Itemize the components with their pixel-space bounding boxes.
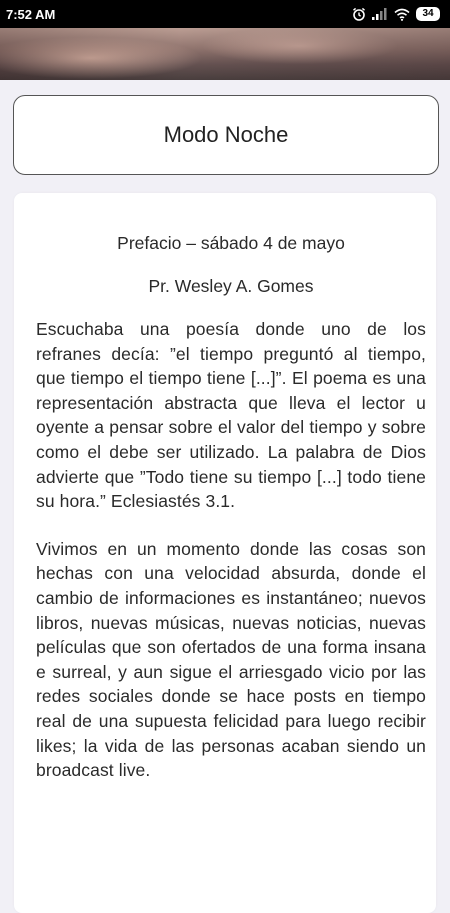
battery-level: 34 xyxy=(422,8,434,19)
status-time: 7:52 AM xyxy=(6,6,56,22)
night-mode-button[interactable]: Modo Noche xyxy=(13,95,439,175)
article-paragraph: Escuchaba una poesía donde uno de los re… xyxy=(36,319,426,512)
status-icons: 34 xyxy=(352,7,440,21)
status-bar: 7:52 AM 34 xyxy=(0,0,450,28)
banner-shade xyxy=(0,28,450,80)
signal-icon xyxy=(372,8,387,20)
alarm-icon xyxy=(353,7,365,21)
article-title: Prefacio – sábado 4 de mayo xyxy=(117,233,345,253)
wifi-icon xyxy=(394,8,410,21)
article-author: Pr. Wesley A. Gomes xyxy=(148,276,314,296)
night-mode-label: Modo Noche xyxy=(163,122,289,147)
article-card: Prefacio – sábado 4 de mayo Pr. Wesley A… xyxy=(14,193,436,913)
header-banner-image xyxy=(0,28,450,80)
article-paragraph: Vivimos en un momento donde las cosas so… xyxy=(36,538,426,781)
battery-icon: 34 xyxy=(416,7,440,21)
